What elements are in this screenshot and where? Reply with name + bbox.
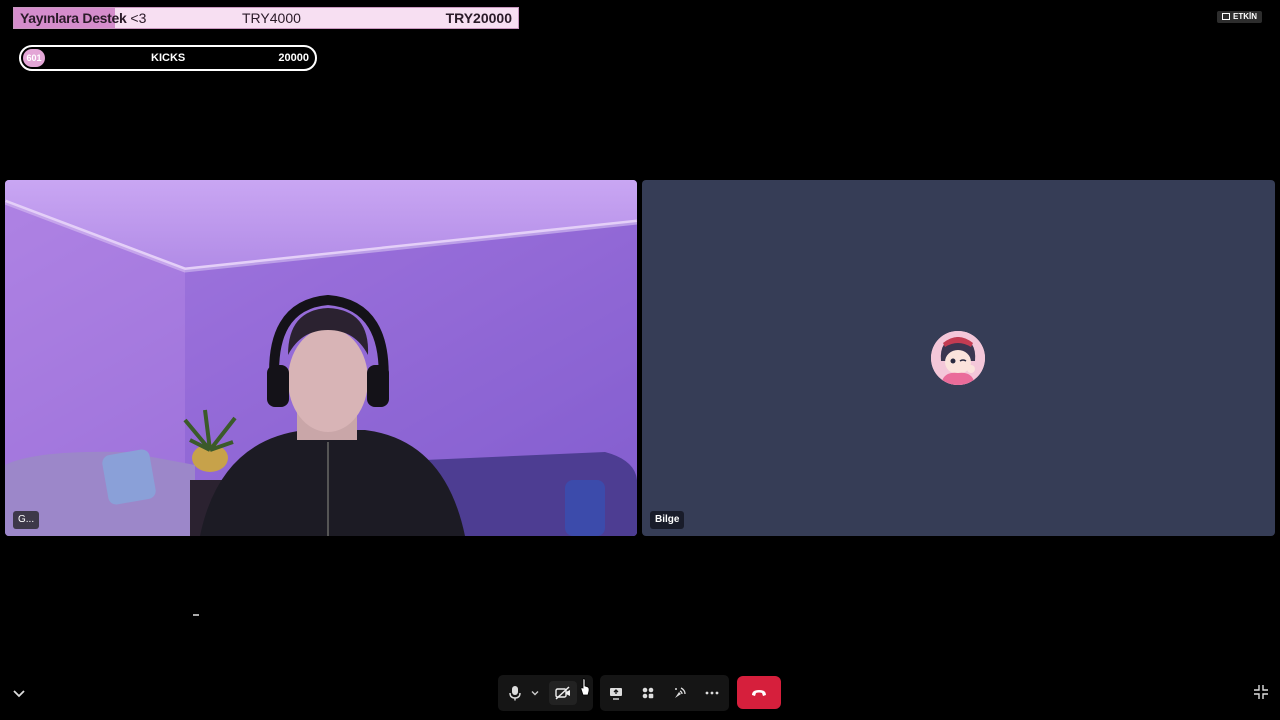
more-icon	[705, 691, 719, 695]
microphone-button[interactable]	[503, 681, 527, 705]
activities-icon	[642, 687, 654, 699]
status-badge[interactable]: ETKİN	[1217, 11, 1262, 23]
kicks-target: 20000	[278, 52, 309, 64]
collapse-chevron-icon[interactable]	[10, 684, 28, 702]
donation-goal-bar: Yayınlara Destek <3 TRY4000 TRY20000	[13, 7, 519, 29]
camera-feed	[5, 180, 637, 536]
soundboard-icon	[675, 687, 686, 698]
camera-button[interactable]	[549, 681, 577, 705]
stray-mark	[193, 614, 199, 616]
kicks-label: KICKS	[151, 52, 186, 64]
audio-video-controls	[498, 675, 593, 711]
exit-fullscreen-icon	[1254, 685, 1268, 699]
share-screen-button[interactable]	[604, 681, 628, 705]
donation-goal-title-wrap: Yayınlara Destek <3	[20, 8, 146, 28]
camera-off-icon	[555, 686, 570, 700]
microphone-icon	[509, 686, 521, 701]
disconnect-button[interactable]	[737, 676, 781, 709]
donation-goal-heart: <3	[130, 10, 147, 26]
status-badge-label: ETKİN	[1233, 12, 1257, 21]
pointer-cursor-icon	[580, 678, 590, 696]
activity-controls	[600, 675, 729, 711]
donation-goal-title: Yayınlara Destek	[20, 10, 127, 26]
audio-options-button[interactable]	[525, 681, 545, 705]
hang-up-icon	[752, 689, 766, 696]
participant-tile-video[interactable]: G...	[5, 180, 637, 536]
donation-goal-current: TRY4000	[242, 10, 301, 26]
participant-name: Bilge	[650, 511, 685, 529]
activities-button[interactable]	[636, 681, 660, 705]
window-icon	[1222, 13, 1230, 21]
more-options-button[interactable]	[700, 681, 724, 705]
soundboard-button[interactable]	[668, 681, 692, 705]
share-screen-icon	[610, 687, 622, 700]
exit-fullscreen-button[interactable]	[1253, 684, 1269, 700]
anime-avatar-icon	[931, 331, 985, 385]
donation-goal-target: TRY20000	[445, 10, 512, 26]
avatar	[931, 331, 985, 385]
kicks-goal-pill: 601 KICKS 20000	[19, 45, 317, 71]
chevron-down-icon	[531, 691, 539, 696]
participant-name: G...	[13, 511, 40, 529]
participant-tile-avatar[interactable]: Bilge	[642, 180, 1275, 536]
